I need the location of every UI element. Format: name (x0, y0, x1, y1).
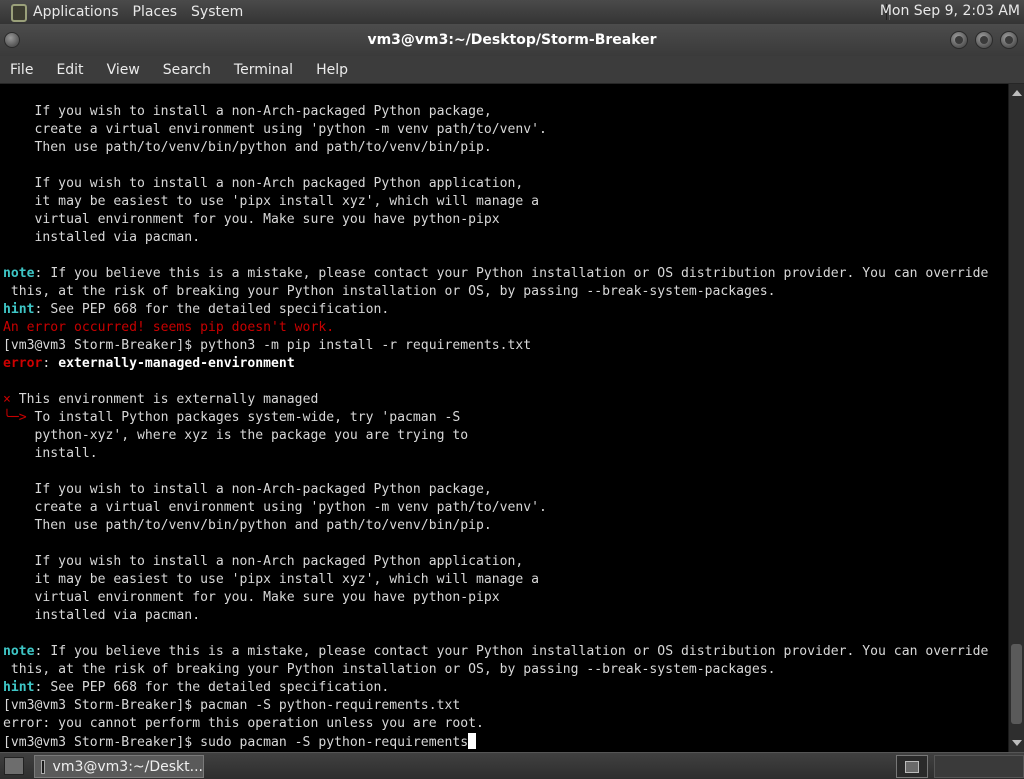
terminal-line: [vm3@vm3 Storm-Breaker]$ sudo pacman -S … (3, 733, 988, 751)
minimize-button[interactable] (950, 31, 968, 49)
terminal-label: note (3, 644, 35, 659)
terminal-line: If you wish to install a non-Arch-packag… (3, 482, 492, 497)
taskbar-window-label: vm3@vm3:~/Deskt... (52, 758, 203, 775)
terminal-line: An error occurred! seems pip doesn't wor… (3, 319, 988, 337)
menubar: File Edit View Search Terminal Help (0, 56, 1024, 84)
menu-view[interactable]: View (107, 62, 140, 78)
terminal-label: note (3, 266, 35, 281)
vertical-scrollbar[interactable] (1008, 84, 1024, 752)
terminal-line: it may be easiest to use 'pipx install x… (3, 572, 540, 587)
terminal-text-segment: : See PEP 668 for the detailed specifica… (34, 302, 390, 317)
workspace-2[interactable] (934, 755, 1024, 778)
terminal-label: hint (3, 302, 35, 317)
taskbar-window-button[interactable]: vm3@vm3:~/Deskt... (34, 755, 204, 778)
terminal-line: hint: See PEP 668 for the detailed speci… (3, 301, 988, 319)
terminal-line: If you wish to install a non-Arch-packag… (3, 104, 492, 119)
applications-menu[interactable]: Applications (33, 4, 119, 20)
workspace-window-thumb (905, 761, 919, 773)
menu-edit[interactable]: Edit (56, 62, 83, 78)
terminal-bullet: × (3, 392, 11, 407)
terminal-text-segment: To install Python packages system-wide, … (26, 410, 461, 425)
terminal-line: If you wish to install a non-Arch packag… (3, 554, 524, 569)
terminal-error-label: error (3, 356, 43, 371)
maximize-button[interactable] (975, 31, 993, 49)
text-cursor (468, 733, 477, 749)
terminal-line: virtual environment for you. Make sure y… (3, 212, 500, 227)
terminal-line: this, at the risk of breaking your Pytho… (3, 662, 776, 677)
terminal-line: installed via pacman. (3, 230, 201, 245)
terminal-text: If you wish to install a non-Arch-packag… (3, 103, 988, 751)
terminal-line: python-xyz', where xyz is the package yo… (3, 428, 469, 443)
terminal-line: Then use path/to/venv/bin/python and pat… (3, 140, 492, 155)
terminal-line: error: you cannot perform this operation… (3, 716, 484, 731)
menu-search[interactable]: Search (163, 62, 211, 78)
terminal-error-message: An error occurred! seems pip doesn't wor… (3, 320, 335, 335)
terminal-text-segment: This environment is externally managed (10, 392, 319, 407)
terminal-line: hint: See PEP 668 for the detailed speci… (3, 679, 988, 697)
terminal-text-segment: : If you believe this is a mistake, plea… (34, 266, 989, 281)
scroll-up-arrow-icon[interactable] (1012, 90, 1022, 96)
show-desktop-icon[interactable] (4, 757, 24, 775)
terminal-line: If you wish to install a non-Arch packag… (3, 176, 524, 191)
clock[interactable]: Mon Sep 9, 2:03 AM (880, 3, 1020, 19)
terminal-line: × This environment is externally managed (3, 391, 988, 409)
terminal-line: [vm3@vm3 Storm-Breaker]$ python3 -m pip … (3, 338, 532, 353)
terminal-icon (41, 759, 45, 774)
terminal-error-name: externally-managed-environment (58, 356, 295, 371)
terminal-line: note: If you believe this is a mistake, … (3, 265, 988, 283)
terminal-prompt: [vm3@vm3 Storm-Breaker]$ sudo pacman -S … (3, 735, 469, 750)
scrollbar-thumb[interactable] (1011, 644, 1022, 724)
terminal-text-segment: : If you believe this is a mistake, plea… (34, 644, 989, 659)
terminal-text-segment: : See PEP 668 for the detailed specifica… (34, 680, 390, 695)
terminal-line: create a virtual environment using 'pyth… (3, 122, 547, 137)
menu-file[interactable]: File (10, 62, 33, 78)
system-menu[interactable]: System (191, 4, 243, 20)
places-menu[interactable]: Places (133, 4, 178, 20)
menu-terminal[interactable]: Terminal (234, 62, 293, 78)
close-button[interactable] (1000, 31, 1018, 49)
terminal-line: [vm3@vm3 Storm-Breaker]$ pacman -S pytho… (3, 698, 461, 713)
terminal-line: virtual environment for you. Make sure y… (3, 590, 500, 605)
workspace-1[interactable] (896, 755, 928, 778)
terminal-line: create a virtual environment using 'pyth… (3, 500, 547, 515)
terminal-line: note: If you believe this is a mistake, … (3, 643, 988, 661)
menu-help[interactable]: Help (316, 62, 348, 78)
terminal-bullet: ╰─> (3, 410, 27, 425)
terminal-line: error: externally-managed-environment (3, 356, 295, 371)
terminal-line: installed via pacman. (3, 608, 201, 623)
bottom-taskbar: vm3@vm3:~/Deskt... (0, 752, 1024, 779)
terminal-line: ╰─> To install Python packages system-wi… (3, 409, 988, 427)
terminal-line: this, at the risk of breaking your Pytho… (3, 284, 776, 299)
terminal-label: hint (3, 680, 35, 695)
terminal-line: it may be easiest to use 'pipx install x… (3, 194, 540, 209)
window-title: vm3@vm3:~/Desktop/Storm-Breaker (367, 32, 657, 48)
terminal-line: Then use path/to/venv/bin/python and pat… (3, 518, 492, 533)
scroll-down-arrow-icon[interactable] (1012, 740, 1022, 746)
window-titlebar[interactable]: vm3@vm3:~/Desktop/Storm-Breaker (0, 24, 1024, 56)
gnome-foot-icon[interactable] (9, 3, 27, 22)
top-panel: Applications Places System Mon Sep 9, 2:… (0, 0, 1024, 24)
terminal-line: install. (3, 446, 98, 461)
terminal-output[interactable]: If you wish to install a non-Arch-packag… (0, 84, 1008, 752)
